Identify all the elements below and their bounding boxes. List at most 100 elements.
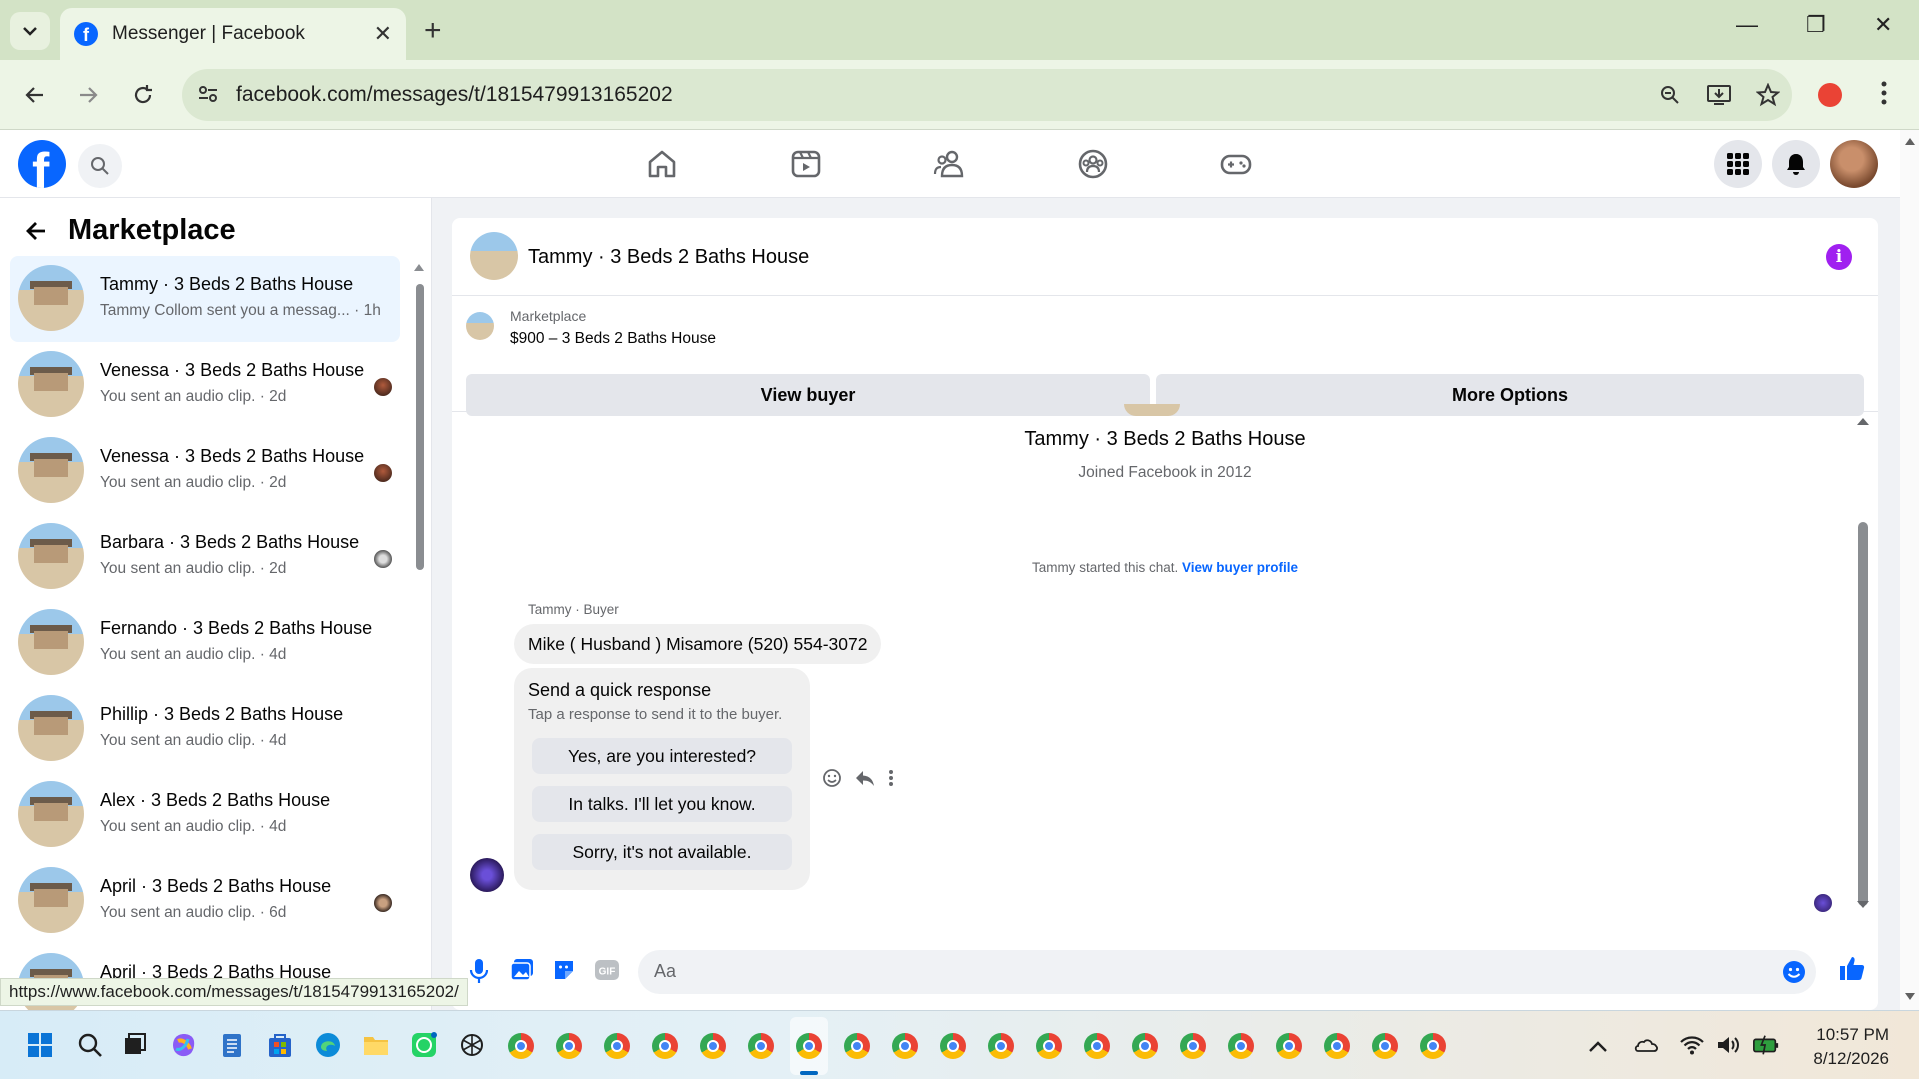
close-window-button[interactable]: ✕ (1874, 12, 1892, 38)
chrome-icon[interactable] (1180, 1033, 1206, 1059)
whatsapp-icon[interactable] (410, 1031, 438, 1059)
react-emoji-icon[interactable] (822, 768, 842, 788)
chrome-icon[interactable] (508, 1033, 534, 1059)
browser-tab-messenger[interactable]: f Messenger | Facebook ✕ (60, 8, 406, 60)
conversation-item[interactable]: Tammy · 3 Beds 2 Baths House Tammy Collo… (10, 256, 400, 342)
file-explorer-icon[interactable] (362, 1031, 390, 1059)
chevron-up-icon[interactable] (1584, 1033, 1612, 1061)
chrome-icon[interactable] (892, 1033, 918, 1059)
forward-button[interactable] (71, 78, 105, 112)
search-icon[interactable] (76, 1031, 104, 1059)
windows-start-icon[interactable] (26, 1031, 54, 1059)
reply-icon[interactable] (854, 768, 876, 788)
quick-response-option[interactable]: Yes, are you interested? (532, 738, 792, 774)
photo-icon[interactable] (510, 958, 534, 982)
battery-charging-icon[interactable] (1752, 1031, 1780, 1059)
sticker-icon[interactable] (552, 958, 576, 982)
emoji-icon[interactable] (1782, 960, 1806, 984)
new-tab-button[interactable]: + (424, 14, 442, 48)
chrome-icon[interactable] (1228, 1033, 1254, 1059)
facebook-logo-icon[interactable]: f (18, 140, 66, 188)
tab-close-icon[interactable]: ✕ (374, 21, 392, 47)
more-options-button[interactable]: More Options (1156, 374, 1864, 416)
chrome-icon[interactable] (556, 1033, 582, 1059)
notepad-icon[interactable] (218, 1031, 246, 1059)
conversation-item[interactable]: Fernando · 3 Beds 2 Baths House You sent… (10, 600, 400, 686)
edge-icon[interactable] (314, 1031, 342, 1059)
address-bar[interactable]: facebook.com/messages/t/1815479913165202 (182, 69, 1792, 121)
friends-icon[interactable] (932, 146, 968, 182)
scroll-up-icon[interactable] (1904, 136, 1916, 146)
page-scrollbar[interactable] (1900, 130, 1919, 1010)
chat-title[interactable]: Tammy · 3 Beds 2 Baths House (528, 246, 809, 269)
chat-scrollbar-thumb[interactable] (1858, 522, 1868, 906)
more-actions-icon[interactable] (888, 769, 894, 787)
conversation-item[interactable]: Alex · 3 Beds 2 Baths House You sent an … (10, 772, 400, 858)
chrome-icon[interactable] (1324, 1033, 1350, 1059)
gif-icon[interactable]: GIF (594, 958, 620, 982)
chrome-icon[interactable] (1372, 1033, 1398, 1059)
chrome-icon-active[interactable] (796, 1033, 822, 1059)
conversation-item[interactable]: Phillip · 3 Beds 2 Baths House You sent … (10, 686, 400, 772)
onedrive-icon[interactable] (1632, 1031, 1660, 1059)
chat-listing-thumbnail[interactable] (470, 232, 518, 280)
tab-search-button[interactable] (10, 12, 50, 50)
info-icon[interactable]: i (1826, 244, 1852, 270)
chrome-icon[interactable] (1084, 1033, 1110, 1059)
chat-scroll-down-icon[interactable] (1856, 900, 1870, 910)
wifi-icon[interactable] (1678, 1031, 1706, 1059)
chrome-icon[interactable] (1036, 1033, 1062, 1059)
chrome-icon[interactable] (604, 1033, 630, 1059)
video-icon[interactable] (788, 146, 824, 182)
chrome-icon[interactable] (748, 1033, 774, 1059)
zoom-icon[interactable] (1658, 83, 1682, 107)
groups-icon[interactable] (1075, 146, 1111, 182)
microsoft-store-icon[interactable] (266, 1031, 294, 1059)
sender-avatar[interactable] (470, 858, 504, 892)
facebook-search-button[interactable] (78, 144, 122, 188)
chrome-icon[interactable] (652, 1033, 678, 1059)
home-icon[interactable] (644, 146, 680, 182)
profile-avatar[interactable] (1830, 140, 1878, 188)
chrome-icon[interactable] (940, 1033, 966, 1059)
chat-scroll-up-icon[interactable] (1856, 416, 1870, 426)
chrome-icon[interactable] (844, 1033, 870, 1059)
view-buyer-button[interactable]: View buyer (466, 374, 1150, 416)
message-input[interactable]: Aa (638, 950, 1816, 994)
conversation-item[interactable]: Venessa · 3 Beds 2 Baths House You sent … (10, 342, 400, 428)
restore-button[interactable]: ❐ (1806, 12, 1826, 38)
reload-button[interactable] (126, 78, 160, 112)
sidebar-scrollbar-thumb[interactable] (416, 284, 424, 570)
sidebar-scroll-up-icon[interactable] (413, 262, 425, 272)
conversation-item[interactable]: Barbara · 3 Beds 2 Baths House You sent … (10, 514, 400, 600)
chrome-icon[interactable] (1132, 1033, 1158, 1059)
back-arrow-icon[interactable] (24, 219, 48, 243)
bookmark-star-icon[interactable] (1756, 83, 1780, 107)
minimize-button[interactable]: — (1736, 12, 1758, 38)
chrome-icon[interactable] (1276, 1033, 1302, 1059)
chatgpt-icon[interactable] (458, 1031, 486, 1059)
thumbs-up-icon[interactable] (1838, 954, 1866, 982)
chrome-icon[interactable] (700, 1033, 726, 1059)
copilot-icon[interactable] (170, 1031, 198, 1059)
extension-icon[interactable] (1818, 83, 1842, 107)
conversation-item[interactable]: April · 3 Beds 2 Baths House You sent an… (10, 858, 400, 944)
listing-price-title[interactable]: $900 – 3 Beds 2 Baths House (510, 330, 716, 348)
gaming-icon[interactable] (1218, 146, 1254, 182)
chrome-icon[interactable] (988, 1033, 1014, 1059)
quick-response-option[interactable]: In talks. I'll let you know. (532, 786, 792, 822)
site-info-icon[interactable] (196, 82, 220, 106)
volume-icon[interactable] (1714, 1031, 1742, 1059)
chrome-icon[interactable] (1420, 1033, 1446, 1059)
install-app-icon[interactable] (1706, 83, 1732, 107)
microphone-icon[interactable] (468, 958, 490, 984)
browser-menu-icon[interactable] (1880, 80, 1888, 106)
conversation-item[interactable]: Venessa · 3 Beds 2 Baths House You sent … (10, 428, 400, 514)
system-clock[interactable]: 10:57 PM 8/12/2026 (1813, 1023, 1889, 1071)
quick-response-option[interactable]: Sorry, it's not available. (532, 834, 792, 870)
view-buyer-profile-link[interactable]: View buyer profile (1182, 560, 1298, 575)
menu-button[interactable] (1714, 140, 1762, 188)
back-button[interactable] (18, 78, 52, 112)
notifications-button[interactable] (1772, 140, 1820, 188)
message-bubble[interactable]: Mike ( Husband ) Misamore (520) 554-3072 (514, 624, 882, 664)
